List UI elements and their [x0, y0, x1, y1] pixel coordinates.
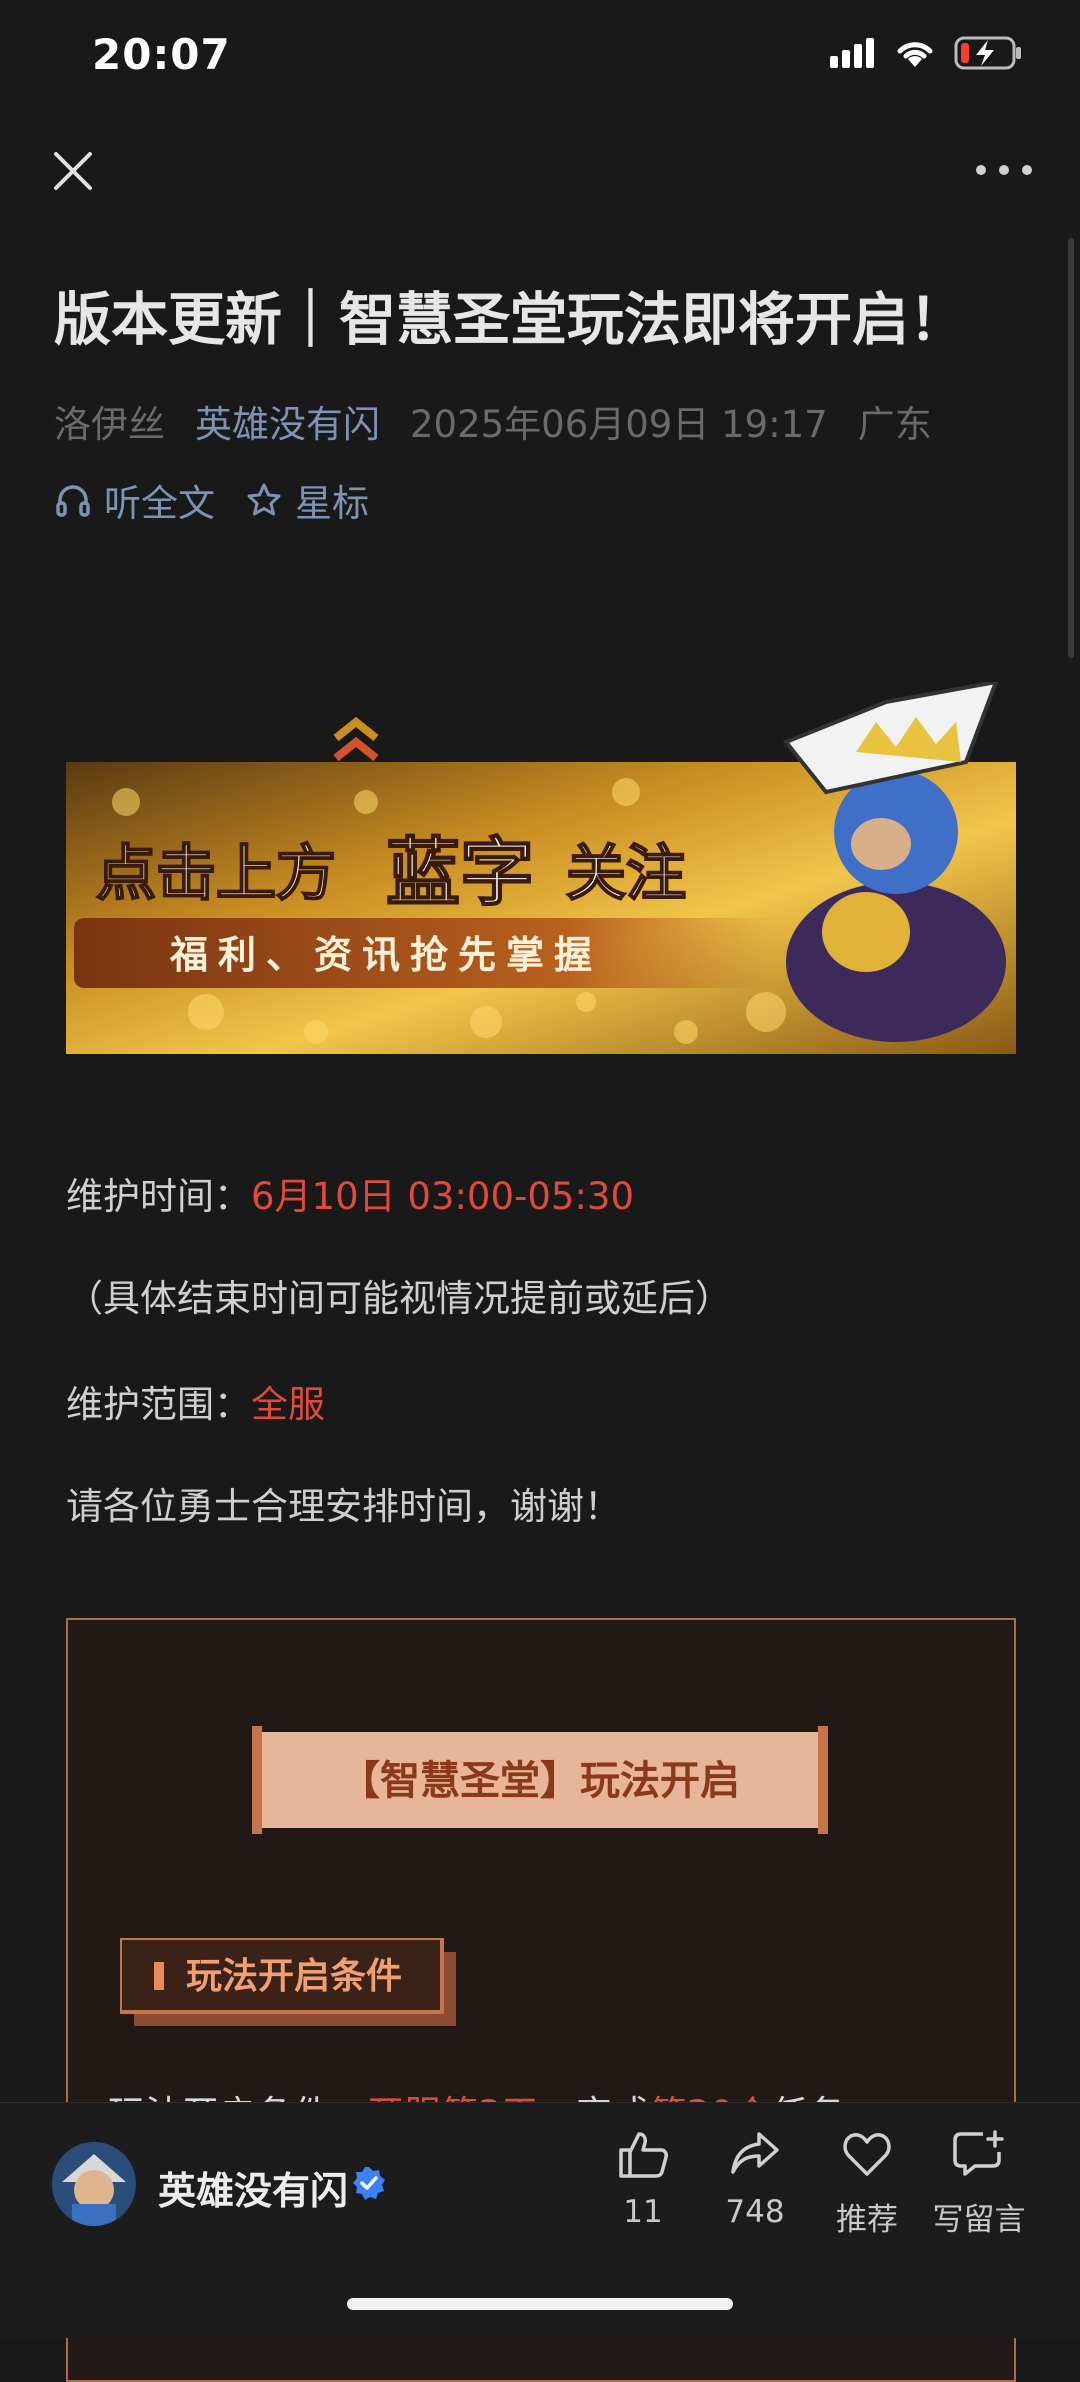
headphones-icon: [56, 485, 90, 517]
publish-date: 2025年06月09日 19:17: [410, 403, 828, 446]
share-icon: [731, 2132, 779, 2174]
verified-icon: [353, 2167, 385, 2200]
event-title: 【智慧圣堂】玩法开启: [340, 1758, 740, 1804]
banner-text-line1b: 蓝字: [386, 830, 534, 916]
thanks-text: 请各位勇士合理安排时间，谢谢！: [66, 1485, 621, 1528]
star-icon: [247, 483, 281, 516]
share-button[interactable]: 748: [690, 2128, 820, 2230]
home-indicator[interactable]: [347, 2298, 733, 2310]
comment-label: 写留言: [932, 2202, 1026, 2238]
wifi-icon: [897, 42, 933, 67]
account-avatar[interactable]: [52, 2142, 136, 2226]
maintenance-scope-value: 全服: [251, 1383, 325, 1426]
recommend-button[interactable]: 推荐: [802, 2128, 932, 2239]
heart-icon: [843, 2133, 891, 2176]
maintenance-time-label: 维护时间：: [66, 1175, 251, 1218]
comment-icon: [953, 2130, 1004, 2176]
listen-label: 听全文: [104, 482, 215, 525]
recommend-label: 推荐: [836, 2202, 898, 2238]
section-tag-text: 玩法开启条件: [186, 1956, 402, 1997]
close-icon[interactable]: [48, 146, 98, 196]
like-count: 11: [623, 2194, 663, 2230]
follow-banner-image[interactable]: 点击上方 蓝字 关注 福利、资讯抢先掌握: [66, 682, 1016, 1054]
maintenance-scope-label: 维护范围：: [66, 1383, 251, 1426]
status-time: 20:07: [92, 30, 231, 79]
article-title: 版本更新｜智慧圣堂玩法即将开启！: [54, 287, 966, 353]
scrollbar[interactable]: [1068, 238, 1074, 658]
maintenance-scope-line: 维护范围：全服: [66, 1374, 325, 1428]
signal-icon: [830, 38, 874, 68]
status-icons: [830, 36, 1022, 70]
battery-charging-icon: [954, 36, 1021, 70]
account-link[interactable]: 英雄没有闪: [195, 394, 380, 448]
banner-text-line1c: 关注: [566, 839, 686, 909]
more-icon[interactable]: [976, 150, 1032, 190]
maintenance-time-value: 6月10日 03:00-05:30: [251, 1175, 634, 1218]
star-button[interactable]: 星标: [245, 473, 369, 527]
banner-text-line1a: 点击上方: [96, 839, 336, 909]
article-meta: 洛伊丝 英雄没有闪 2025年06月09日 19:17 广东: [54, 394, 932, 448]
thumbs-up-icon: [619, 2132, 668, 2178]
like-button[interactable]: 11: [578, 2128, 708, 2230]
section-tag: 玩法开启条件: [120, 1938, 456, 2026]
article-actions: 听全文 星标: [54, 473, 369, 527]
bottom-account-name[interactable]: 英雄没有闪: [158, 2160, 348, 2215]
publish-location: 广东: [857, 403, 932, 446]
star-label: 星标: [295, 482, 369, 525]
maintenance-note: （具体结束时间可能视情况提前或延后）: [66, 1277, 732, 1320]
comment-button[interactable]: 写留言: [914, 2128, 1044, 2239]
event-title-banner: 【智慧圣堂】玩法开启: [252, 1726, 828, 1834]
listen-button[interactable]: 听全文: [54, 473, 215, 527]
banner-text-line2: 福利、资讯抢先掌握: [169, 933, 602, 977]
share-count: 748: [725, 2194, 785, 2230]
maintenance-time-line: 维护时间：6月10日 03:00-05:30: [66, 1166, 634, 1220]
author-name: 洛伊丝: [54, 403, 165, 446]
